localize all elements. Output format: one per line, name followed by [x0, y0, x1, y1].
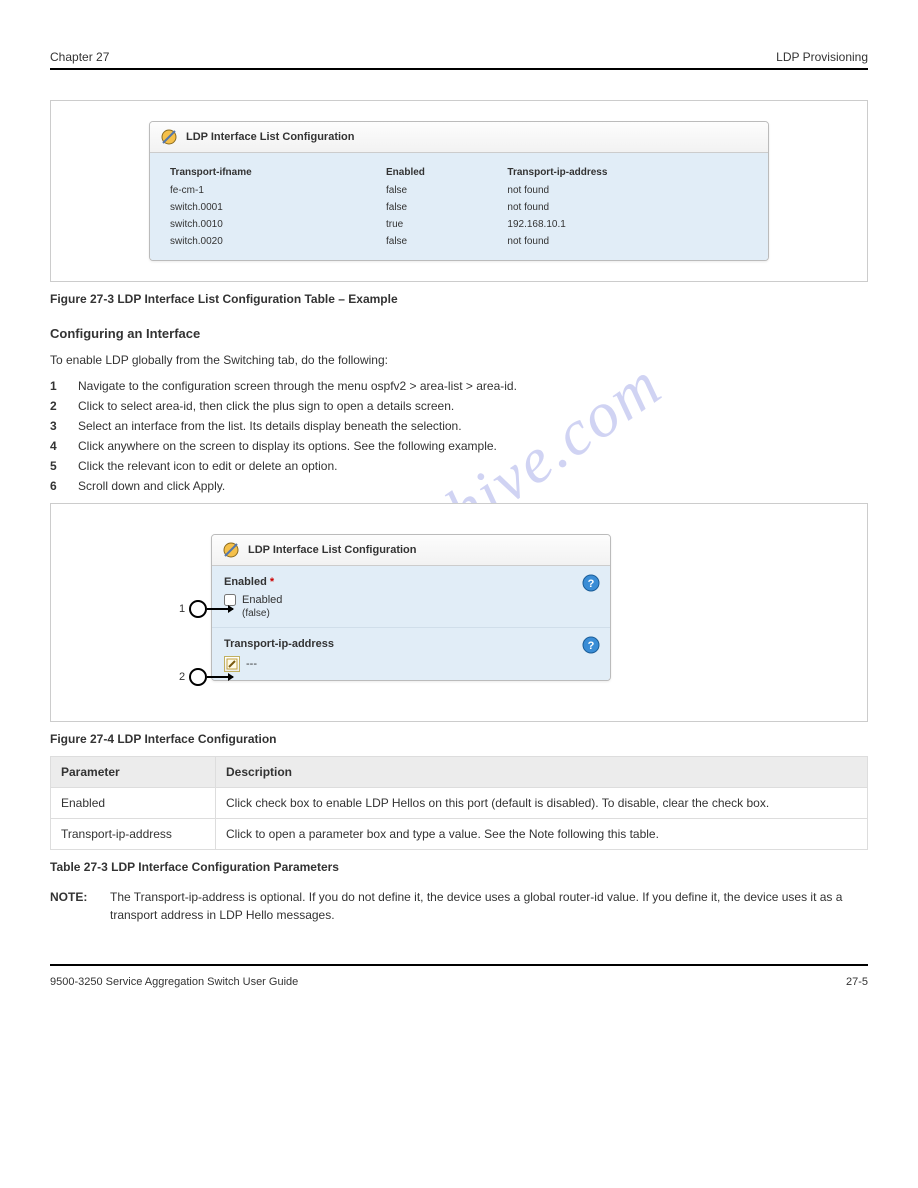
- page-container: Chapter 27 LDP Provisioning LDP Interfac…: [0, 0, 918, 1028]
- note-label: NOTE:: [50, 888, 87, 906]
- table-row[interactable]: switch.0001 false not found: [162, 199, 756, 216]
- step-text: Click the relevant icon to edit or delet…: [78, 459, 338, 473]
- col-header: Parameter: [51, 757, 216, 788]
- help-icon[interactable]: ?: [582, 636, 600, 657]
- step-number: 1: [50, 379, 68, 393]
- figure-2-box: LDP Interface List Configuration Enabled…: [50, 503, 868, 722]
- cell-ifname: switch.0020: [162, 233, 378, 250]
- callout-number: 2: [179, 671, 185, 683]
- form-row-transport-ip: Transport-ip-address ? ---: [212, 627, 610, 680]
- cell-addr: not found: [499, 199, 756, 216]
- parameter-table: Parameter Description Enabled Click chec…: [50, 756, 868, 850]
- footer-right: 27-5: [846, 976, 868, 988]
- step-text: Select an interface from the list. Its d…: [78, 419, 462, 433]
- panel-body: Enabled * ? Enabled (false) Transport-ip…: [212, 566, 610, 680]
- chapter-label: Chapter 27: [50, 50, 109, 64]
- panel-icon: [160, 128, 178, 146]
- table-row[interactable]: fe-cm-1 false not found: [162, 182, 756, 199]
- field-value: (false): [242, 608, 598, 619]
- list-item: 4 Click anywhere on the screen to display…: [50, 439, 868, 453]
- list-item: 6 Scroll down and click Apply.: [50, 479, 868, 493]
- col-header[interactable]: Transport-ifname: [162, 163, 378, 182]
- step-text: Scroll down and click Apply.: [78, 479, 225, 493]
- panel-title: LDP Interface List Configuration: [248, 544, 416, 556]
- svg-text:?: ?: [588, 578, 595, 590]
- svg-text:?: ?: [588, 640, 595, 652]
- panel-title: LDP Interface List Configuration: [186, 131, 354, 143]
- ldp-interface-table: Transport-ifname Enabled Transport-ip-ad…: [162, 163, 756, 250]
- callout-number: 1: [179, 603, 185, 615]
- bottom-rule: [50, 964, 868, 966]
- panel-icon: [222, 541, 240, 559]
- note-text: The Transport-ip-address is optional. If…: [110, 890, 842, 922]
- step-list: 1 Navigate to the configuration screen th…: [50, 379, 868, 493]
- cell-ifname: switch.0001: [162, 199, 378, 216]
- table-row: Transport-ip-address Click to open a par…: [51, 819, 868, 850]
- param-name: Transport-ip-address: [51, 819, 216, 850]
- cell-addr: not found: [499, 233, 756, 250]
- col-header[interactable]: Enabled: [378, 163, 499, 182]
- cell-enabled: false: [378, 182, 499, 199]
- param-name: Enabled: [51, 788, 216, 819]
- ldp-detail-panel: LDP Interface List Configuration Enabled…: [211, 534, 611, 681]
- field-value: ---: [246, 658, 257, 670]
- figure-1-caption: Figure 27-3 LDP Interface List Configura…: [50, 292, 868, 306]
- field-label: Transport-ip-address: [224, 638, 334, 650]
- step-text: Click anywhere on the screen to display …: [78, 439, 497, 453]
- step-number: 5: [50, 459, 68, 473]
- table-row[interactable]: switch.0010 true 192.168.10.1: [162, 216, 756, 233]
- cell-ifname: switch.0010: [162, 216, 378, 233]
- note-box: NOTE: The Transport-ip-address is option…: [50, 888, 868, 924]
- list-item: 3 Select an interface from the list. Its …: [50, 419, 868, 433]
- step-number: 2: [50, 399, 68, 413]
- list-item: 1 Navigate to the configuration screen th…: [50, 379, 868, 393]
- step-number: 4: [50, 439, 68, 453]
- ldp-list-panel: LDP Interface List Configuration Transpo…: [149, 121, 769, 261]
- doc-title: LDP Provisioning: [776, 50, 868, 64]
- step-number: 6: [50, 479, 68, 493]
- help-icon[interactable]: ?: [582, 574, 600, 595]
- cell-enabled: false: [378, 233, 499, 250]
- panel-header: LDP Interface List Configuration: [150, 122, 768, 153]
- top-rule: [50, 68, 868, 70]
- checkbox-label: Enabled: [242, 594, 282, 606]
- param-desc: Click check box to enable LDP Hellos on …: [216, 788, 868, 819]
- intro-text: To enable LDP globally from the Switchin…: [50, 351, 868, 369]
- step-text: Navigate to the configuration screen thr…: [78, 379, 517, 393]
- col-header[interactable]: Transport-ip-address: [499, 163, 756, 182]
- section-heading: Configuring an Interface: [50, 326, 868, 341]
- table-row[interactable]: switch.0020 false not found: [162, 233, 756, 250]
- step-text: Click to select area-id, then click the …: [78, 399, 454, 413]
- form-row-enabled: Enabled * ? Enabled (false): [212, 566, 610, 627]
- panel-body: Transport-ifname Enabled Transport-ip-ad…: [150, 153, 768, 260]
- figure-1-box: LDP Interface List Configuration Transpo…: [50, 100, 868, 282]
- cell-addr: not found: [499, 182, 756, 199]
- list-item: 2 Click to select area-id, then click the…: [50, 399, 868, 413]
- col-header: Description: [216, 757, 868, 788]
- param-desc: Click to open a parameter box and type a…: [216, 819, 868, 850]
- field-label: Enabled *: [224, 576, 274, 588]
- callout-1: 1: [179, 600, 233, 618]
- cell-addr: 192.168.10.1: [499, 216, 756, 233]
- list-item: 5 Click the relevant icon to edit or dele…: [50, 459, 868, 473]
- cell-ifname: fe-cm-1: [162, 182, 378, 199]
- cell-enabled: false: [378, 199, 499, 216]
- step-number: 3: [50, 419, 68, 433]
- cell-enabled: true: [378, 216, 499, 233]
- table-row: Enabled Click check box to enable LDP He…: [51, 788, 868, 819]
- figure-2-caption: Figure 27-4 LDP Interface Configuration: [50, 732, 868, 746]
- table-caption: Table 27-3 LDP Interface Configuration P…: [50, 860, 868, 874]
- footer-left: 9500-3250 Service Aggregation Switch Use…: [50, 976, 298, 988]
- panel-header: LDP Interface List Configuration: [212, 535, 610, 566]
- callout-2: 2: [179, 668, 233, 686]
- page-footer: 9500-3250 Service Aggregation Switch Use…: [50, 976, 868, 988]
